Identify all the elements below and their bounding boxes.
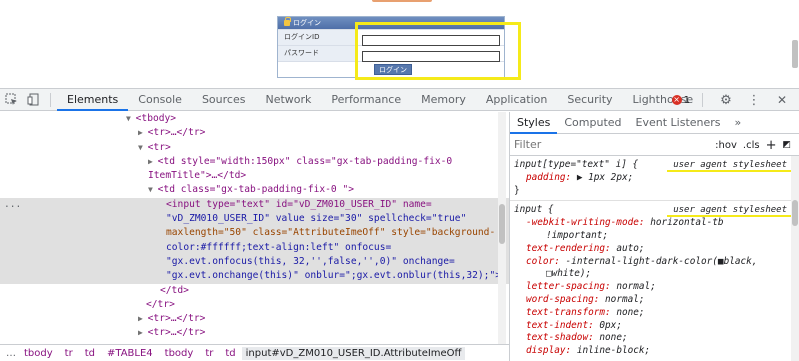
tab-event-listeners[interactable]: Event Listeners: [629, 112, 728, 134]
breadcrumb-item[interactable]: tbody: [18, 348, 59, 359]
dom-node[interactable]: ▶ <tr>…</tr>: [0, 312, 509, 326]
tab-computed[interactable]: Computed: [557, 112, 628, 134]
toolbar-divider: [50, 92, 51, 107]
devtools-panel: Elements Console Sources Network Perform…: [0, 88, 799, 361]
page-scrollbar[interactable]: [792, 40, 798, 68]
underline-annotation: [667, 170, 793, 172]
new-rule-icon[interactable]: +: [766, 138, 777, 153]
css-property[interactable]: letter-spacing: normal;: [514, 281, 795, 294]
css-rule-input: input { user agent stylesheet -webkit-wr…: [510, 201, 799, 361]
css-property[interactable]: text-rendering: auto;: [514, 243, 795, 256]
css-property-cont: □white);: [546, 268, 592, 280]
breadcrumb-item[interactable]: td: [219, 348, 241, 359]
error-icon: ×: [671, 95, 682, 105]
toolbar-divider-right: [702, 93, 703, 107]
tab-sources[interactable]: Sources: [192, 89, 256, 111]
selected-dom-node[interactable]: ... <input type="text" id="vD_ZM010_USER…: [0, 197, 509, 284]
breadcrumb-item-current[interactable]: input#vD_ZM010_USER_ID.AttributeImeOff: [241, 346, 466, 360]
login-title: ログイン: [293, 19, 321, 27]
highlight-annotation: [355, 22, 521, 80]
css-property[interactable]: color: -internal-light-dark-color(■black…: [514, 256, 795, 269]
dom-node-cont[interactable]: ItemTitle">…</td>: [0, 169, 509, 183]
dom-tree: ▼ <tbody> ▶ <tr>…</tr> ▼ <tr> ▶ <td styl…: [0, 112, 509, 344]
dom-node[interactable]: </tr>: [0, 298, 509, 312]
input-tag-line: <input type="text" id="vD_ZM010_USER_ID"…: [166, 198, 432, 210]
dom-scrollbar[interactable]: [498, 112, 506, 344]
css-property[interactable]: word-spacing: normal;: [514, 294, 795, 307]
tab-memory[interactable]: Memory: [411, 89, 476, 111]
hover-state-button[interactable]: :hov: [715, 140, 737, 151]
devtools-toolbar: Elements Console Sources Network Perform…: [0, 89, 799, 111]
dom-node[interactable]: ▼ <tbody>: [0, 112, 509, 126]
tab-network[interactable]: Network: [255, 89, 321, 111]
css-property[interactable]: text-shadow: none;: [514, 332, 795, 345]
lock-icon: [284, 17, 291, 26]
input-tag-line: maxlength="50" class="AttributeImeOff" s…: [166, 227, 496, 239]
close-icon[interactable]: ✕: [771, 89, 793, 111]
more-options-icon[interactable]: ⋮: [743, 89, 765, 111]
input-tag-line: "gx.evt.onfocus(this, 32,'',false,'',0)"…: [166, 255, 455, 267]
rule-close: }: [514, 184, 520, 196]
password-label: パスワード: [278, 46, 358, 61]
styles-filter-input[interactable]: [514, 138, 694, 151]
toolbar-right: × 1 ⚙ ⋮ ✕: [671, 89, 793, 111]
more-tabs-icon[interactable]: »: [728, 112, 749, 134]
dom-node[interactable]: ▶ <tr>…</tr>: [0, 326, 509, 340]
input-tag-line: color:#ffffff;text-align:left" onfocus=: [166, 241, 392, 253]
breadcrumb-scroll-icon[interactable]: …: [6, 348, 18, 359]
css-property[interactable]: text-transform: none;: [514, 307, 795, 320]
page-top-decoration: [372, 0, 432, 2]
tab-styles[interactable]: Styles: [510, 112, 558, 134]
breadcrumb-item[interactable]: tbody: [159, 348, 200, 359]
class-toggle-button[interactable]: .cls: [743, 140, 760, 151]
collapse-triangle-icon[interactable]: ▼: [126, 114, 136, 123]
dom-node[interactable]: ▶ <td style="width:150px" class="gx-tab-…: [0, 155, 509, 169]
tab-console[interactable]: Console: [128, 89, 192, 111]
breadcrumb-item[interactable]: tr: [199, 348, 219, 359]
styles-tabbar: Styles Computed Event Listeners »: [510, 112, 799, 134]
settings-gear-icon[interactable]: ⚙: [715, 89, 737, 111]
underline-annotation: [667, 215, 793, 218]
styles-scrollbar-thumb[interactable]: [792, 200, 798, 226]
expand-triangle-icon[interactable]: ▶: [148, 157, 158, 166]
css-property-cont: !important;: [546, 229, 609, 241]
tab-security[interactable]: Security: [557, 89, 622, 111]
tab-elements[interactable]: Elements: [57, 89, 129, 111]
css-property[interactable]: display: inline-block;: [514, 345, 795, 358]
page-viewport: ログイン ログインID パスワード ログイン: [0, 0, 799, 88]
dom-node[interactable]: ▶ <tr>…</tr>: [0, 126, 509, 140]
sidebar-toggle-icon[interactable]: ◩: [782, 140, 791, 150]
styles-pane: Styles Computed Event Listeners » :hov .…: [509, 112, 799, 361]
breadcrumb-item[interactable]: td: [79, 348, 101, 359]
css-property[interactable]: -webkit-writing-mode: horizontal-tb: [514, 217, 795, 230]
error-counter[interactable]: × 1: [671, 94, 690, 106]
breadcrumb-item[interactable]: tr: [59, 348, 79, 359]
dom-node[interactable]: </td>: [0, 284, 509, 298]
error-count: 1: [683, 94, 690, 106]
dom-node[interactable]: ▼ <tr>: [0, 141, 509, 155]
breadcrumb-item[interactable]: #TABLE4: [101, 348, 159, 359]
styles-scrollbar[interactable]: [791, 156, 799, 361]
filter-tools: :hov .cls + ◩: [715, 134, 791, 156]
expand-triangle-icon[interactable]: ▶: [138, 128, 148, 137]
expand-triangle-icon[interactable]: ▶: [138, 328, 148, 337]
device-toolbar-icon[interactable]: [22, 89, 44, 111]
collapse-triangle-icon[interactable]: ▼: [148, 185, 158, 194]
login-id-label: ログインID: [278, 30, 358, 45]
input-tag-line: "vD_ZM010_USER_ID" value size="30" spell…: [166, 213, 467, 225]
tab-performance[interactable]: Performance: [321, 89, 411, 111]
input-tag-line: "gx.evt.onchange(this)" onblur=";gx.evt.…: [166, 270, 502, 282]
expand-triangle-icon[interactable]: ▶: [138, 314, 148, 323]
breadcrumb: … tbody tr td #TABLE4 tbody tr td input#…: [0, 344, 509, 361]
collapse-triangle-icon[interactable]: ▼: [138, 143, 148, 152]
dom-node[interactable]: ▼ <td class="gx-tab-padding-fix-0 ">: [0, 183, 509, 197]
css-property[interactable]: text-indent: 0px;: [514, 320, 795, 333]
styles-filter-row: :hov .cls + ◩: [510, 134, 799, 156]
css-rule-input-text: input[type="text" i] { user agent styles…: [510, 156, 799, 202]
inspect-element-icon[interactable]: [0, 89, 22, 111]
tab-application[interactable]: Application: [476, 89, 557, 111]
dom-scrollbar-thumb[interactable]: [499, 204, 505, 244]
css-property[interactable]: padding: ▶ 1px 2px;: [514, 172, 795, 185]
